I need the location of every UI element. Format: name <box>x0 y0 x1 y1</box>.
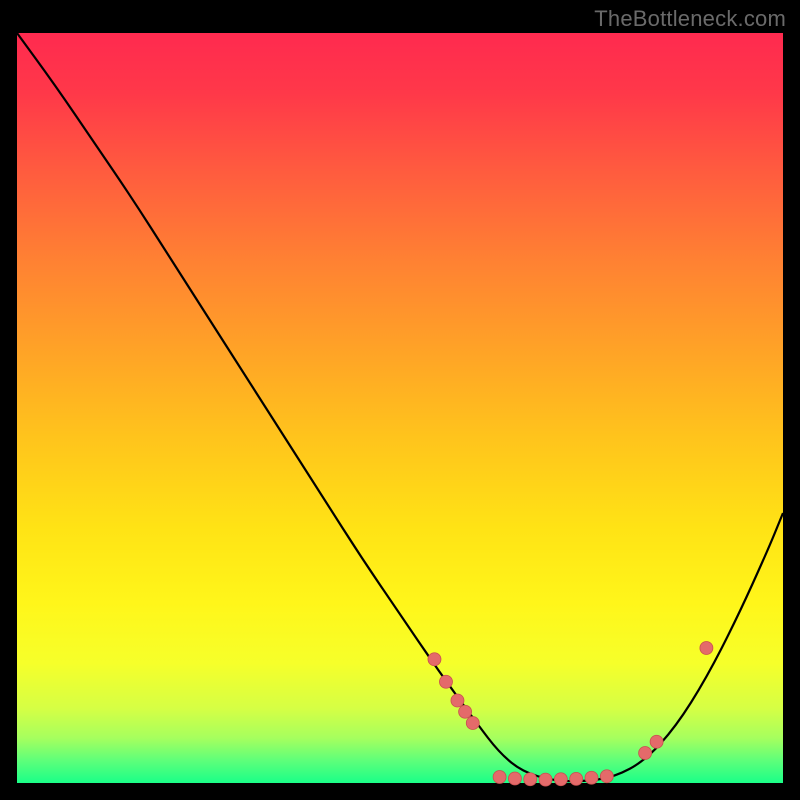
curve-marker <box>439 675 452 688</box>
chart-frame: TheBottleneck.com <box>0 0 800 800</box>
curve-marker <box>508 772 521 785</box>
curve-marker <box>451 694 464 707</box>
curve-marker <box>459 705 472 718</box>
curve-marker <box>585 771 598 784</box>
curve-marker <box>639 747 652 760</box>
watermark-text: TheBottleneck.com <box>594 6 786 32</box>
curve-marker <box>600 770 613 783</box>
bottleneck-chart <box>0 0 800 800</box>
curve-marker <box>650 735 663 748</box>
curve-marker <box>493 771 506 784</box>
curve-marker <box>700 642 713 655</box>
curve-marker <box>539 773 552 786</box>
plot-background <box>17 33 783 783</box>
curve-marker <box>570 772 583 785</box>
curve-marker <box>524 773 537 786</box>
curve-marker <box>554 773 567 786</box>
curve-marker <box>428 653 441 666</box>
curve-marker <box>466 717 479 730</box>
